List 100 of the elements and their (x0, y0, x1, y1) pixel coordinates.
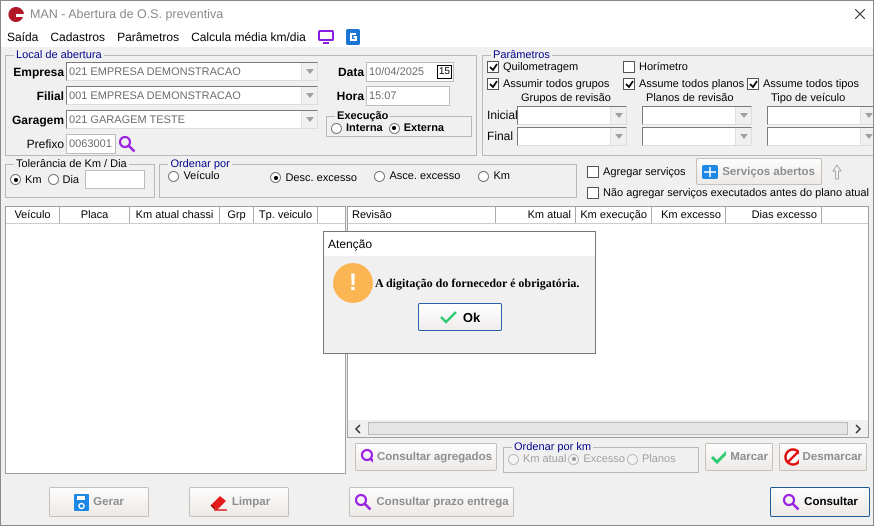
dropdown-field[interactable]: 001 EMPRESA DEMONSTRACAO (66, 86, 318, 105)
radio-label: Desc. excesso (285, 172, 357, 184)
dropdown-field[interactable] (642, 126, 752, 146)
checkbox[interactable] (623, 61, 635, 73)
column-label: Grupos de revisão (520, 92, 612, 104)
radio-label: Veículo (183, 170, 220, 182)
app-logo-icon (7, 6, 25, 22)
input-field[interactable]: 0063001 (66, 134, 116, 154)
column-header[interactable]: Km atual chassi (130, 207, 220, 223)
date-field[interactable]: 10/04/2025 15 (366, 62, 454, 82)
radio-button[interactable] (270, 172, 282, 184)
column-header[interactable]: Km excesso (652, 207, 726, 223)
row-label: Inicial (487, 108, 517, 122)
field-label: Empresa (12, 64, 64, 78)
checkbox-label: Não agregar serviços executados antes do plano atual (602, 187, 869, 199)
dropdown-field[interactable] (642, 106, 752, 124)
dropdown-field[interactable] (767, 126, 873, 146)
dropdown-arrow-icon (306, 69, 314, 74)
search-icon (118, 134, 136, 152)
radio-button[interactable] (10, 174, 21, 185)
checkbox-label: Quilometragem (503, 61, 578, 73)
horizontal-scrollbar[interactable] (348, 420, 868, 438)
checkbox[interactable] (747, 78, 759, 90)
checkbox[interactable] (586, 166, 599, 178)
radio-label: Externa (404, 122, 444, 134)
dropdown-arrow-icon (740, 134, 748, 138)
column-header[interactable]: Grp (220, 207, 254, 223)
warning-icon: ! (333, 263, 373, 303)
checkbox[interactable] (487, 78, 499, 90)
radio-button[interactable] (48, 174, 58, 185)
field-label: Data (336, 64, 364, 78)
column-header[interactable]: Placa (60, 207, 130, 223)
radio-label: Excesso (583, 453, 625, 466)
time-field[interactable]: 15:07 (366, 86, 450, 106)
dialog-title: Atenção (324, 232, 595, 256)
column-header[interactable]: Km atual (496, 207, 576, 223)
column-header[interactable]: Dias excesso (726, 207, 822, 223)
checkbox[interactable] (487, 61, 499, 73)
group-title: Execução (336, 110, 390, 122)
radio-label: Km (25, 174, 42, 186)
dropdown-field[interactable] (517, 106, 627, 124)
checkmark-icon (438, 310, 457, 324)
checkbox[interactable] (586, 187, 599, 199)
checkbox-label: Assumir todos grupos (503, 78, 610, 90)
dropdown-field[interactable]: 021 GARAGEM TESTE (66, 110, 318, 129)
radio-button[interactable] (331, 122, 342, 134)
dropdown-arrow-icon (306, 117, 314, 122)
checkbox-label: Agregar serviços (602, 166, 686, 178)
dropdown-field[interactable]: 021 EMPRESA DEMONSTRACAO (66, 62, 318, 81)
scroll-right-icon[interactable] (854, 424, 862, 434)
dropdown-arrow-icon (614, 112, 622, 118)
column-header[interactable]: Tp. veiculo (254, 207, 318, 223)
menu-item[interactable]: Calcula média km/dia (191, 30, 306, 44)
scroll-left-icon[interactable] (354, 424, 362, 434)
checkmark-icon (710, 449, 726, 466)
input-field[interactable] (85, 170, 146, 189)
dropdown-arrow-icon (614, 134, 622, 138)
column-header[interactable]: Km execução (576, 207, 652, 223)
window-title: MAN - Abertura de O.S. preventiva (30, 7, 224, 21)
group-title: Tolerância de Km / Dia (15, 158, 128, 170)
close-icon[interactable] (855, 9, 865, 19)
checkbox[interactable] (623, 78, 635, 90)
checkbox-label: Horímetro (639, 61, 688, 73)
menu-item[interactable]: Saída (7, 30, 38, 44)
footer-button[interactable]: Consultar (770, 487, 870, 517)
ok-button[interactable]: Ok (418, 303, 502, 331)
menu-item[interactable]: Cadastros (50, 30, 106, 44)
checkbox-label: Assume todos tipos (763, 78, 859, 90)
radio-button[interactable] (374, 170, 386, 182)
field-label: Garagem (10, 112, 64, 126)
column-label: Planos de revisão (645, 92, 734, 104)
search-icon (354, 493, 372, 511)
radio-label: Planos (642, 453, 676, 466)
radio-label: Dia (62, 174, 80, 186)
monitor-icon[interactable] (318, 30, 334, 44)
group-title: Parâmetros (492, 49, 551, 61)
checkbox-label: Assume todos planos (639, 78, 744, 90)
grid-icon (702, 164, 718, 178)
dropdown-field[interactable] (517, 126, 627, 146)
radio-label: Km atual (523, 453, 566, 466)
row-label: Final (487, 129, 514, 143)
dropdown-arrow-icon (740, 112, 748, 118)
dropdown-arrow-icon (864, 134, 872, 138)
dropdown-field[interactable] (767, 106, 873, 124)
dialog-message: A digitação do fornecedor é obrigatória. (375, 276, 580, 290)
menu-item[interactable]: Parâmetros (117, 30, 180, 44)
group-title: Local de abertura (15, 49, 103, 61)
column-label: Tipo de veículo (770, 92, 846, 104)
group-title: Ordenar por km (513, 441, 592, 454)
column-header[interactable]: Revisão (348, 207, 496, 223)
radio-button[interactable] (168, 170, 180, 182)
radio-button[interactable] (388, 122, 400, 134)
app-logo-icon[interactable] (346, 29, 360, 45)
column-header[interactable]: Veículo (6, 207, 60, 223)
radio-label: Interna (346, 122, 383, 134)
group-title: Ordenar por (169, 158, 231, 170)
calendar-button[interactable]: 15 (436, 64, 452, 78)
radio-button[interactable] (478, 170, 490, 182)
field-label: Hora (336, 88, 364, 102)
dropdown-arrow-icon (306, 93, 314, 98)
